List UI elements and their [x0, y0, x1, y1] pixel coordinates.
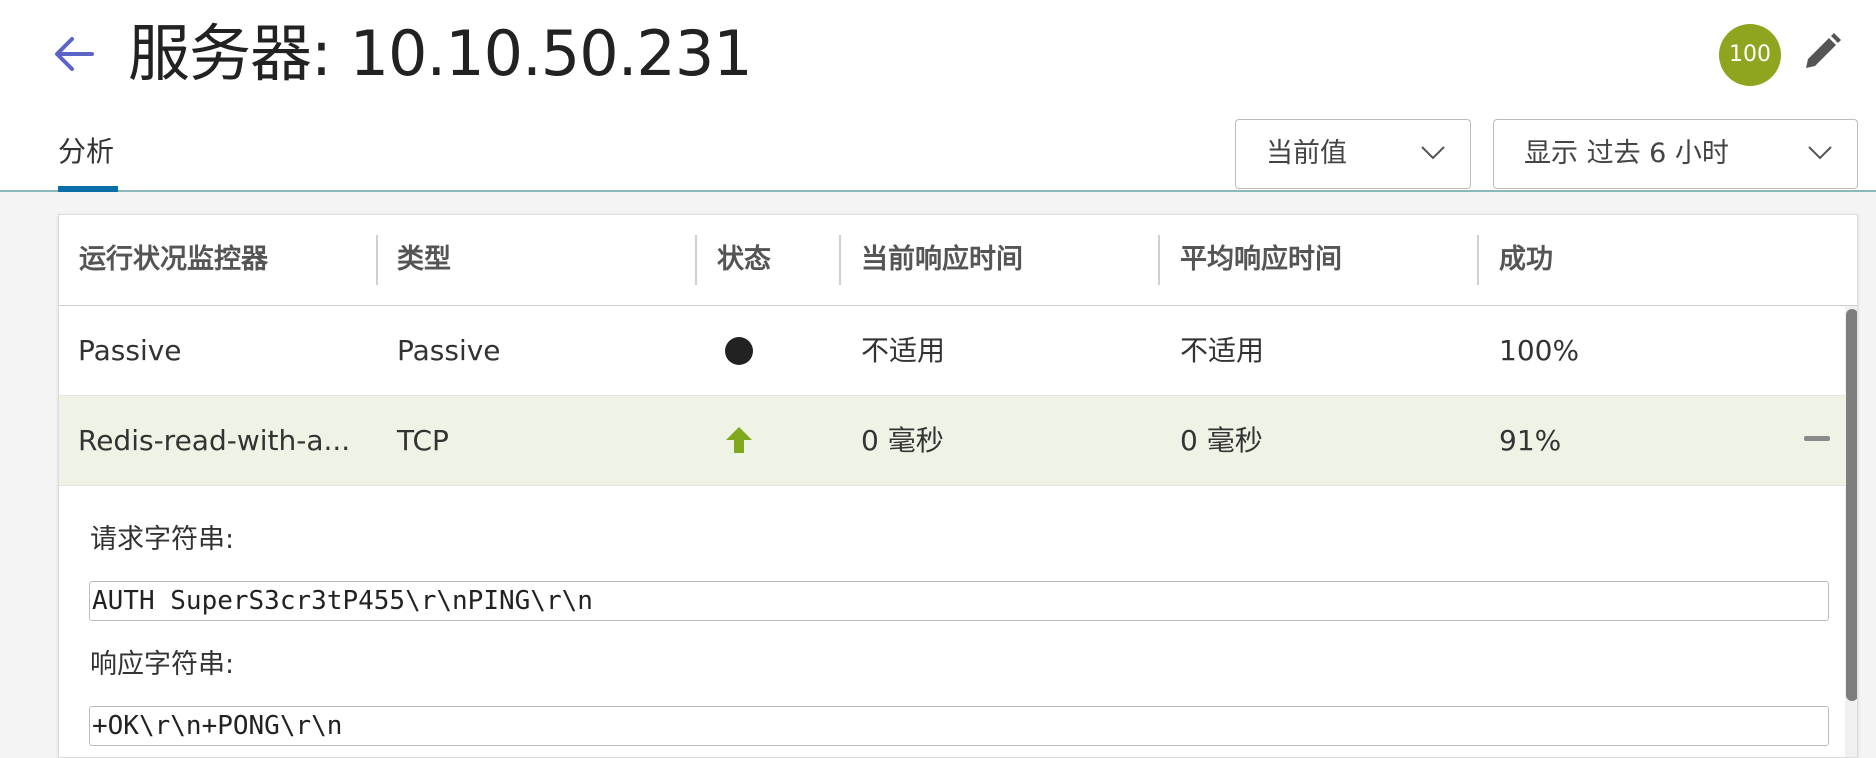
active-tab-indicator	[58, 186, 118, 192]
column-resize-handle[interactable]	[839, 235, 841, 285]
health-score-badge: 100	[1719, 24, 1781, 86]
chevron-down-icon	[1421, 146, 1445, 160]
response-string-field[interactable]: +OK\r\n+PONG\r\n	[89, 706, 1829, 746]
column-resize-handle[interactable]	[1477, 235, 1479, 285]
arrow-left-icon	[55, 37, 94, 71]
edit-button[interactable]	[1800, 30, 1844, 74]
column-header-status[interactable]: 状态	[717, 215, 771, 305]
request-string-field[interactable]: AUTH SuperS3cr3tP455\r\nPING\r\n	[89, 581, 1829, 621]
cell-monitor: Passive	[78, 334, 182, 367]
pencil-icon	[1806, 33, 1841, 68]
page-title: 服务器: 10.10.50.231	[128, 17, 753, 90]
collapse-row-button[interactable]	[1804, 436, 1830, 441]
cell-success: 100%	[1499, 334, 1580, 367]
table-row[interactable]: Passive Passive 不适用 不适用 100%	[59, 306, 1845, 396]
column-resize-handle[interactable]	[376, 235, 378, 285]
column-header-monitor[interactable]: 运行状况监控器	[79, 215, 268, 305]
table-row[interactable]: Redis-read-with-a... TCP 0 毫秒 0 毫秒 91%	[59, 396, 1845, 486]
column-header-current-response[interactable]: 当前响应时间	[861, 215, 1023, 305]
cell-current-response: 0 毫秒	[861, 424, 944, 457]
health-monitor-table: 运行状况监控器 类型 状态 当前响应时间 平均响应时间 成功 Passive P…	[58, 214, 1858, 758]
tab-analysis[interactable]: 分析	[58, 130, 114, 170]
column-header-avg-response[interactable]: 平均响应时间	[1180, 215, 1342, 305]
column-resize-handle[interactable]	[695, 235, 697, 285]
cell-avg-response: 0 毫秒	[1180, 424, 1263, 457]
column-header-type[interactable]: 类型	[397, 215, 451, 305]
status-dot-icon	[725, 337, 753, 365]
time-range-select[interactable]: 显示 过去 6 小时	[1493, 119, 1858, 189]
column-header-success[interactable]: 成功	[1499, 215, 1553, 305]
value-mode-label: 当前值	[1266, 138, 1347, 169]
table-header: 运行状况监控器 类型 状态 当前响应时间 平均响应时间 成功	[59, 215, 1857, 306]
cell-success: 91%	[1499, 424, 1562, 457]
column-resize-handle[interactable]	[1158, 235, 1160, 285]
time-range-label: 显示 过去 6 小时	[1524, 138, 1729, 169]
page-header: 服务器: 10.10.50.231 100 分析 当前值 显示 过去 6 小时	[0, 0, 1876, 192]
request-string-label: 请求字符串:	[90, 524, 235, 555]
scrollbar-thumb[interactable]	[1846, 309, 1857, 701]
up-arrow-icon	[726, 427, 752, 453]
cell-current-response: 不适用	[861, 334, 946, 367]
response-string-label: 响应字符串:	[90, 649, 235, 680]
cell-type: Passive	[397, 334, 501, 367]
cell-avg-response: 不适用	[1180, 334, 1265, 367]
value-mode-select[interactable]: 当前值	[1235, 119, 1471, 189]
back-button[interactable]	[50, 30, 98, 78]
chevron-down-icon	[1808, 146, 1832, 160]
row-detail-panel: 请求字符串: AUTH SuperS3cr3tP455\r\nPING\r\n …	[59, 487, 1845, 757]
cell-monitor: Redis-read-with-a...	[78, 424, 351, 457]
cell-type: TCP	[397, 424, 449, 457]
